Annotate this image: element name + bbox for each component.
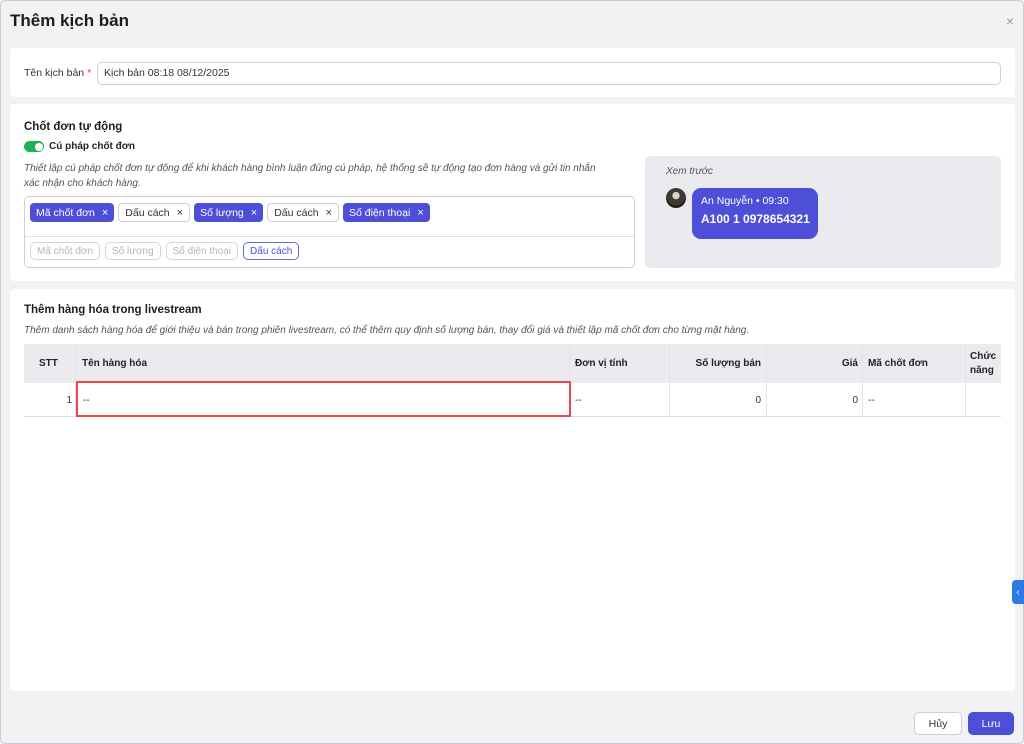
remove-icon[interactable]: ×: [102, 207, 108, 219]
auto-order-description: Thiết lập cú pháp chốt đơn tự động để kh…: [24, 163, 596, 189]
remove-icon[interactable]: ×: [326, 207, 332, 219]
cell-code[interactable]: --: [868, 395, 875, 406]
cell-unit[interactable]: --: [575, 395, 582, 406]
col-price: Giá: [841, 358, 858, 369]
col-stt: STT: [39, 358, 58, 369]
option-space[interactable]: Dấu cách: [243, 242, 300, 260]
required-mark: *: [87, 67, 92, 79]
col-divider: [669, 344, 670, 417]
col-function: Chức năng: [970, 351, 997, 376]
dialog-title: Thêm kịch bản: [10, 11, 130, 30]
syntax-toggle[interactable]: [24, 141, 44, 152]
syntax-options: Mã chốt đơn Số lượng Số điện thoại Dấu c…: [30, 242, 300, 260]
chevron-left-icon[interactable]: ‹: [1012, 580, 1024, 604]
syntax-toggle-label: Cú pháp chốt đơn: [49, 141, 135, 152]
col-code: Mã chốt đơn: [868, 358, 928, 369]
preview-message: A100 1 0978654321: [701, 212, 810, 226]
col-qty: Số lượng bán: [695, 358, 761, 369]
syntax-builder: Mã chốt đơn × Dấu cách × Số lượng × Dấu các…: [24, 196, 635, 268]
option-quantity[interactable]: Số lượng: [105, 242, 161, 260]
preview-panel: Xem trước An Nguyễn • 09:30 A100 1 09786…: [645, 156, 1001, 268]
cell-stt: 1: [66, 395, 72, 406]
cell-price[interactable]: 0: [770, 395, 858, 406]
preview-message-bubble: An Nguyễn • 09:30 A100 1 0978654321: [692, 188, 818, 239]
auto-order-title: Chốt đơn tự động: [24, 121, 123, 133]
name-card: Tên kịch bản * Kịch bản 08:18 08/12/2025: [10, 48, 1015, 97]
syntax-tags-area: Mã chốt đơn × Dấu cách × Số lượng × Dấu các…: [25, 197, 634, 237]
syntax-tag[interactable]: Mã chốt đơn ×: [30, 203, 115, 222]
syntax-tag[interactable]: Số điện thoại ×: [343, 203, 430, 222]
syntax-tag[interactable]: Số lượng ×: [194, 203, 264, 222]
col-unit: Đơn vị tính: [575, 358, 628, 369]
highlight-box: [76, 381, 571, 417]
col-name: Tên hàng hóa: [82, 358, 147, 369]
col-divider: [766, 344, 767, 417]
col-divider: [965, 344, 966, 417]
products-card: Thêm hàng hóa trong livestream Thêm danh…: [10, 289, 1015, 691]
name-label: Tên kịch bản *: [24, 67, 92, 79]
save-button[interactable]: Lưu: [968, 712, 1014, 735]
products-description: Thêm danh sách hàng hóa để giới thiệu và…: [24, 325, 750, 336]
cancel-button[interactable]: Hủy: [914, 712, 962, 735]
cell-qty[interactable]: 0: [670, 395, 761, 406]
preview-title: Xem trước: [666, 166, 713, 177]
remove-icon[interactable]: ×: [251, 207, 257, 219]
remove-icon[interactable]: ×: [417, 207, 423, 219]
products-title: Thêm hàng hóa trong livestream: [24, 304, 202, 316]
syntax-tag[interactable]: Dấu cách ×: [118, 203, 191, 222]
name-input[interactable]: Kịch bản 08:18 08/12/2025: [97, 62, 1001, 85]
remove-icon[interactable]: ×: [177, 207, 183, 219]
close-icon[interactable]: ×: [1006, 14, 1014, 28]
preview-author: An Nguyễn • 09:30: [701, 195, 789, 207]
avatar: [666, 188, 686, 208]
option-order-code[interactable]: Mã chốt đơn: [30, 242, 101, 260]
col-divider: [862, 344, 863, 417]
option-phone[interactable]: Số điện thoại: [165, 242, 239, 260]
syntax-tag[interactable]: Dấu cách ×: [267, 203, 339, 222]
auto-order-card: Chốt đơn tự động Cú pháp chốt đơn Thiết …: [10, 104, 1015, 281]
syntax-toggle-row: Cú pháp chốt đơn: [24, 141, 135, 152]
